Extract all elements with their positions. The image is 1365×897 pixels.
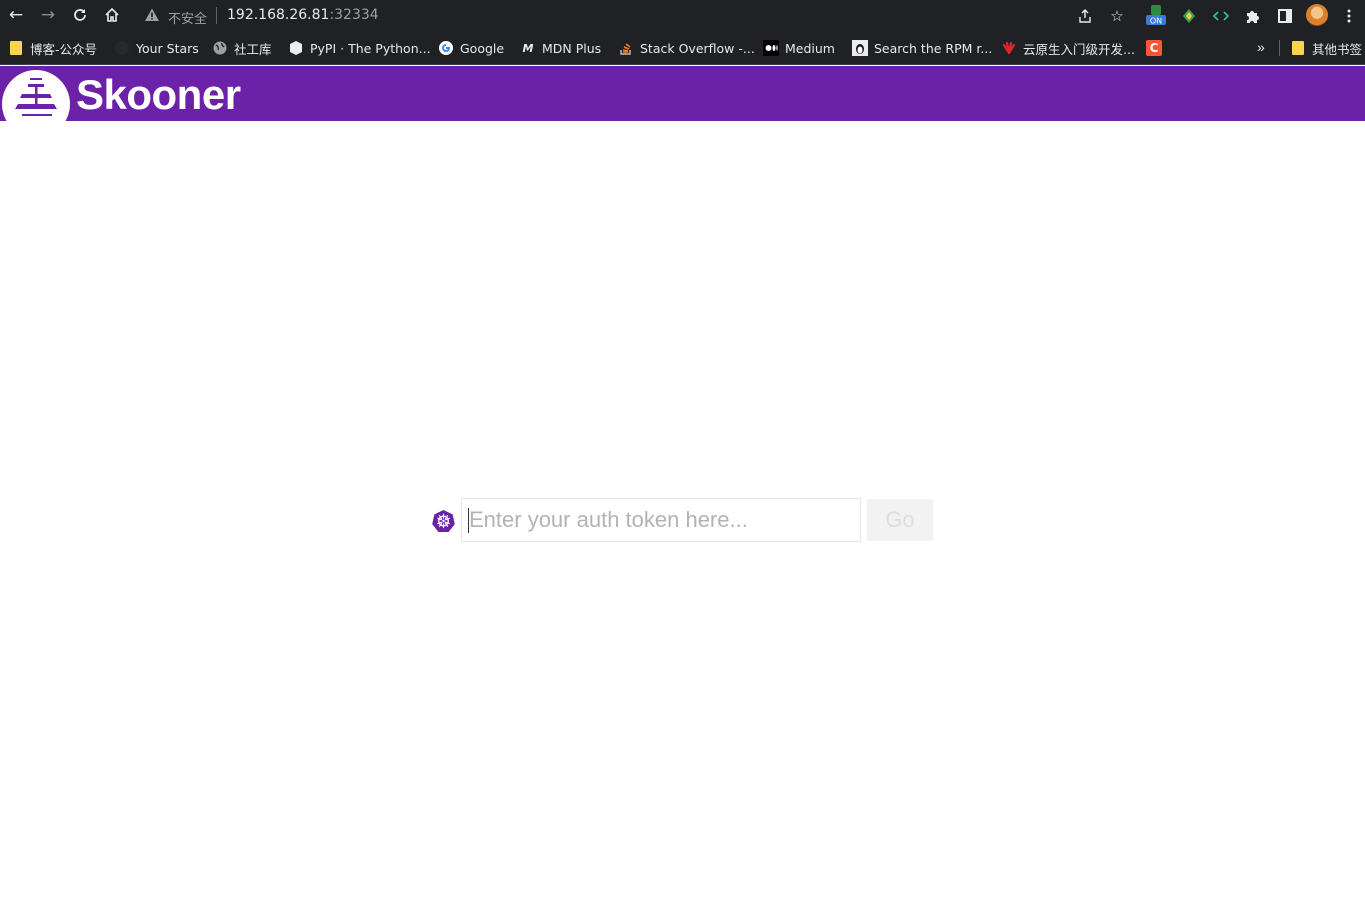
extension-code-icon[interactable] [1211,6,1231,26]
bookmark-item[interactable]: Google [438,39,504,57]
github-icon [114,40,130,56]
medium-icon [763,40,779,56]
csdn-icon: C [1146,40,1162,56]
bookmarks-separator [1279,40,1280,56]
security-label: 不安全 [168,12,208,27]
url-port: :32334 [329,7,379,23]
bookmark-item[interactable]: C [1146,39,1162,57]
more-bookmarks-icon[interactable]: » [1257,39,1265,55]
go-button[interactable]: Go [867,499,933,541]
bookmark-label: Medium [785,40,835,56]
bookmark-item[interactable]: 博客-公众号 [8,39,97,57]
bookmark-label: 博客-公众号 [30,41,98,57]
skooner-logo-icon[interactable] [2,70,70,121]
tux-icon [852,40,868,56]
bookmark-item[interactable]: M MDN Plus [520,39,602,57]
extension-badge: ON [1150,17,1162,26]
pypi-icon [288,40,304,56]
bookmark-label: 云原生入门级开发... [1023,41,1135,57]
folder-icon [8,40,24,56]
warning-icon[interactable] [144,7,160,23]
globe-icon [212,40,228,56]
login-form: Go [430,498,933,542]
share-icon[interactable] [1076,7,1094,25]
bookmark-label: PyPI · The Python... [310,40,431,56]
text-caret [468,508,469,533]
back-icon[interactable]: ← [4,4,28,26]
bookmark-item[interactable]: PyPI · The Python... [288,39,431,57]
bookmark-item[interactable]: 云原生入门级开发... [1001,39,1135,57]
other-bookmarks[interactable]: 其他书签 [1290,39,1362,57]
bookmark-item[interactable]: 社工库 [212,39,272,57]
bookmark-label: MDN Plus [542,40,602,56]
bookmark-item[interactable]: Stack Overflow -... [618,39,755,57]
folder-icon [1290,40,1306,56]
profile-avatar[interactable] [1306,4,1328,26]
bookmarks-bar: 博客-公众号 Your Stars 社工库 PyPI · The Python.… [0,31,1365,65]
app-brand: Skooner [76,71,241,118]
address-bar[interactable]: 不安全 192.168.26.81:32334 ☆ [136,2,1142,29]
browser-toolbar: ← → 不安全 192.168.26.81:32334 ☆ ON [0,0,1365,31]
bookmark-label: Stack Overflow -... [640,40,755,56]
menu-icon[interactable] [1339,6,1359,26]
kubernetes-icon [432,509,455,532]
bookmark-item[interactable]: Your Stars [114,39,199,57]
reload-icon[interactable] [68,4,92,26]
url-text: 192.168.26.81:32334 [227,7,379,23]
extension-green-icon[interactable] [1179,6,1199,26]
app-header: Skooner [0,66,1365,121]
extension-on-icon[interactable]: ON [1146,5,1166,26]
google-icon [438,40,454,56]
bookmark-item[interactable]: Medium [763,39,835,57]
forward-icon[interactable]: → [36,4,60,26]
bookmark-item[interactable]: Search the RPM r... [852,39,992,57]
url-host: 192.168.26.81 [227,7,330,23]
home-icon[interactable] [100,4,124,26]
bookmark-label: Search the RPM r... [874,40,993,56]
other-bookmarks-label: 其他书签 [1312,41,1363,57]
mdn-icon: M [522,41,534,55]
huawei-icon [1001,40,1017,56]
url-separator [216,7,217,24]
bookmark-label: Google [460,40,505,56]
sidepanel-icon[interactable] [1275,6,1295,26]
bookmark-label: Your Stars [136,40,199,56]
auth-token-input[interactable] [461,498,861,542]
stackoverflow-icon [618,40,634,56]
bookmark-label: 社工库 [234,41,272,57]
star-icon[interactable]: ☆ [1108,7,1126,25]
puzzle-icon[interactable] [1243,6,1263,26]
